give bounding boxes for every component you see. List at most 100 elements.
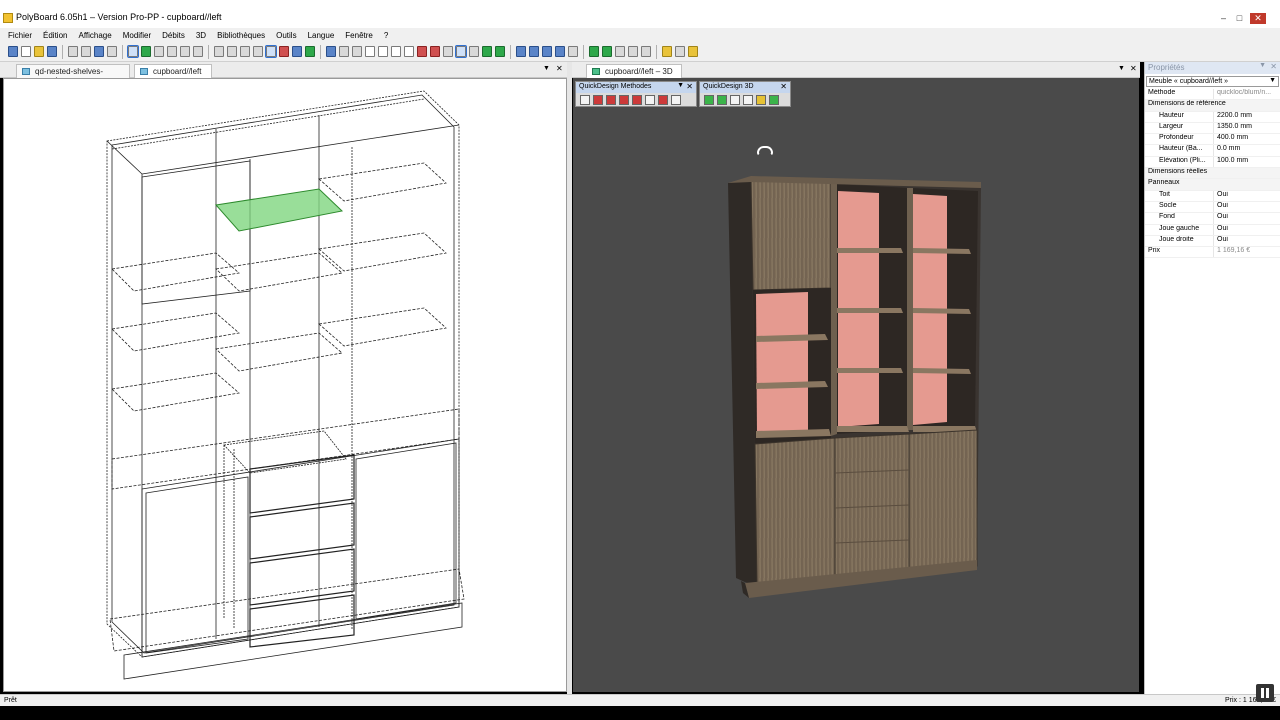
menu-fenetre[interactable]: Fenêtre	[345, 31, 373, 40]
menu-bibliotheques[interactable]: Bibliothèques	[217, 31, 265, 40]
property-row[interactable]: Méthode quickloc/blum/n...	[1145, 89, 1280, 101]
tab-list-dropdown[interactable]: ▼	[543, 65, 550, 72]
menu-help[interactable]: ?	[384, 31, 388, 40]
redo-icon[interactable]	[107, 46, 117, 57]
open-folder-icon[interactable]	[34, 46, 44, 57]
close-button[interactable]: ✕	[1250, 13, 1266, 24]
view-splitter[interactable]	[567, 62, 572, 694]
property-value[interactable]: Oui	[1213, 235, 1280, 247]
property-row[interactable]: Largeur 1350.0 mm	[1145, 122, 1280, 135]
property-row[interactable]: Joue droite Oui	[1145, 235, 1280, 248]
menu-langue[interactable]: Langue	[308, 31, 335, 40]
tab-cupboard-left[interactable]: cupboard//left	[134, 64, 212, 78]
render-hidden-icon[interactable]	[628, 46, 638, 57]
property-row[interactable]: Profondeur 400.0 mm	[1145, 134, 1280, 146]
3d-cabinet-render[interactable]	[573, 78, 1139, 692]
3d-view[interactable]: QuickDesign Methodes ▼ ✕ QuickDesign 3D …	[573, 78, 1139, 692]
shelf-icon[interactable]	[391, 46, 401, 57]
panel-icon[interactable]	[154, 46, 164, 57]
divider-icon[interactable]	[352, 46, 362, 57]
render-shaded-icon[interactable]	[602, 46, 612, 57]
property-category[interactable]: Dimensions de référence	[1145, 100, 1280, 112]
save-icon[interactable]	[47, 46, 57, 57]
render-wire-icon[interactable]	[615, 46, 625, 57]
filter-icon[interactable]	[443, 46, 453, 57]
object-selector[interactable]: Meuble « cupboard//left » ▼	[1146, 76, 1279, 87]
property-value[interactable]: quickloc/blum/n...	[1213, 89, 1280, 100]
property-value[interactable]: 2200.0 mm	[1213, 111, 1280, 122]
globe-icon[interactable]	[326, 46, 336, 57]
menu-modifier[interactable]: Modifier	[123, 31, 151, 40]
property-value[interactable]: Oui	[1213, 213, 1280, 224]
property-row[interactable]: Élévation (Pli... 100.0 mm	[1145, 156, 1280, 169]
menu-edition[interactable]: Édition	[43, 31, 67, 40]
maximize-button[interactable]: □	[1234, 13, 1245, 24]
copy-icon[interactable]	[167, 46, 177, 57]
wireframe-view[interactable]	[3, 78, 567, 692]
pages-icon[interactable]	[675, 46, 685, 57]
panel-close-button[interactable]: ✕	[1270, 62, 1277, 71]
menu-debits[interactable]: Débits	[162, 31, 185, 40]
view-iso-icon[interactable]	[555, 46, 565, 57]
tab-qd-nested-shelves[interactable]: qd-nested-shelves-generic	[16, 64, 130, 85]
parallelogram-icon[interactable]	[455, 45, 467, 58]
menu-outils[interactable]: Outils	[276, 31, 296, 40]
property-row[interactable]: Hauteur (Ba... 0.0 mm	[1145, 145, 1280, 157]
box-green-icon[interactable]	[495, 46, 505, 57]
height-icon[interactable]	[253, 46, 263, 57]
material-icon[interactable]	[688, 46, 698, 57]
list-icon[interactable]	[292, 46, 302, 57]
property-category[interactable]: Panneaux	[1145, 179, 1280, 191]
property-row[interactable]: Socle Oui	[1145, 201, 1280, 214]
menu-fichier[interactable]: Fichier	[8, 31, 32, 40]
align-icon[interactable]	[339, 46, 349, 57]
property-row[interactable]: Hauteur 2200.0 mm	[1145, 111, 1280, 123]
info-icon[interactable]	[193, 46, 203, 57]
property-row[interactable]: Toit Oui	[1145, 190, 1280, 202]
drawer-icon[interactable]	[378, 46, 388, 57]
property-value[interactable]: Oui	[1213, 190, 1280, 201]
property-value[interactable]: 400.0 mm	[1213, 134, 1280, 145]
panel-dropdown[interactable]: ▼	[1259, 62, 1266, 69]
property-value[interactable]: Oui	[1213, 201, 1280, 213]
property-row[interactable]: Joue gauche Oui	[1145, 224, 1280, 236]
close-tab-button[interactable]: ✕	[1130, 64, 1137, 73]
property-value[interactable]: 100.0 mm	[1213, 156, 1280, 168]
property-value[interactable]: 0.0 mm	[1213, 145, 1280, 156]
undo-icon[interactable]	[94, 46, 104, 57]
tab-list-dropdown[interactable]: ▼	[1118, 65, 1125, 72]
minimize-button[interactable]: –	[1218, 13, 1229, 24]
view-top-icon[interactable]	[529, 46, 539, 57]
width-icon[interactable]	[240, 46, 250, 57]
shape-icon[interactable]	[430, 46, 440, 57]
render-outline-icon[interactable]	[641, 46, 651, 57]
property-row[interactable]: Prix 1 169,16 €	[1145, 247, 1280, 259]
cabinet-icon[interactable]	[141, 46, 151, 57]
dimension-icon[interactable]	[227, 46, 237, 57]
frame-icon[interactable]	[279, 46, 289, 57]
roof-icon[interactable]	[417, 46, 427, 57]
pause-icon[interactable]	[1256, 684, 1274, 702]
layers-icon[interactable]	[482, 46, 492, 57]
grid-icon[interactable]	[214, 46, 224, 57]
property-value[interactable]: 1 169,16 €	[1213, 247, 1280, 258]
3d-box-icon[interactable]	[305, 46, 315, 57]
view-side-icon[interactable]	[542, 46, 552, 57]
zoom-icon[interactable]	[568, 46, 578, 57]
property-value[interactable]: 1350.0 mm	[1213, 122, 1280, 134]
property-category[interactable]: Dimensions réelles	[1145, 168, 1280, 180]
snap-icon[interactable]	[265, 45, 277, 58]
open-library-icon[interactable]	[8, 46, 18, 57]
menu-affichage[interactable]: Affichage	[78, 31, 111, 40]
lightbulb-icon[interactable]	[662, 46, 672, 57]
split-icon[interactable]	[404, 46, 414, 57]
wireframe-drawing[interactable]	[4, 79, 568, 693]
menu-3d[interactable]: 3D	[196, 31, 206, 40]
selected-shelf[interactable]	[215, 188, 344, 232]
select-tool-icon[interactable]	[127, 45, 139, 58]
print-icon[interactable]	[68, 46, 78, 57]
property-value[interactable]: Oui	[1213, 224, 1280, 235]
render-solid-icon[interactable]	[589, 46, 599, 57]
view-front-icon[interactable]	[516, 46, 526, 57]
paste-icon[interactable]	[180, 46, 190, 57]
